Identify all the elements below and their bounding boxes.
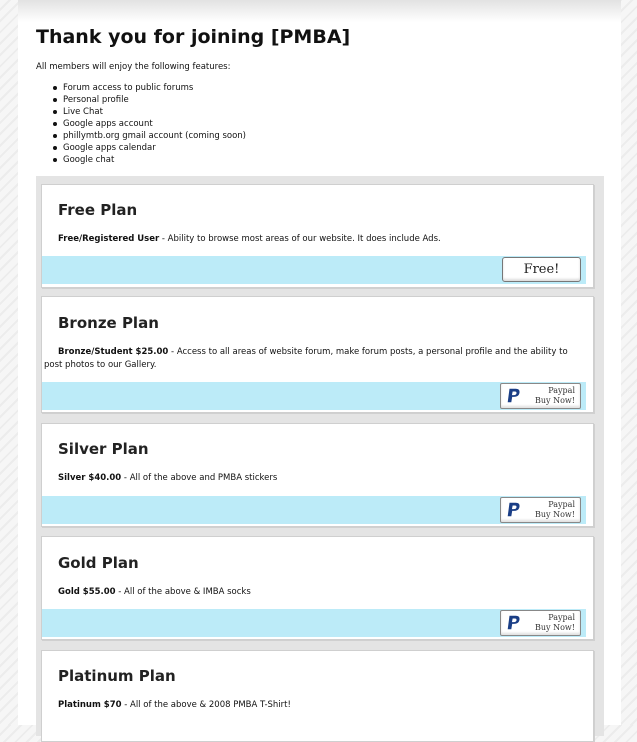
top-shadow: [18, 0, 621, 22]
paypal-icon: [507, 615, 520, 630]
page-content: Thank you for joining [PMBA] All members…: [18, 0, 621, 742]
plan-title: Gold Plan: [58, 554, 139, 572]
plan-title: Free Plan: [58, 201, 138, 219]
plan-details: - All of the above & IMBA socks: [115, 587, 251, 597]
plan-title: Platinum Plan: [58, 667, 176, 685]
feature-item: phillymtb.org gmail account (coming soon…: [51, 130, 246, 142]
feature-item: Google chat: [51, 154, 246, 166]
plan-details: - Ability to browse most areas of our we…: [159, 234, 441, 244]
features-intro: All members will enjoy the following fea…: [36, 62, 231, 72]
plan-card-gold: Gold Plan Gold $55.00 - All of the above…: [41, 536, 594, 640]
plan-name: Bronze/Student $25.00: [58, 347, 169, 357]
plan-description: Bronze/Student $25.00 - Access to all ar…: [44, 346, 579, 372]
paypal-label: Paypal Buy Now!: [535, 500, 575, 519]
plan-name: Free/Registered User: [58, 234, 160, 244]
plan-title: Silver Plan: [58, 440, 149, 458]
plan-card-bronze: Bronze Plan Bronze/Student $25.00 - Acce…: [41, 296, 594, 413]
paypal-buy-now-button[interactable]: Paypal Buy Now!: [500, 610, 581, 636]
plan-details: - All of the above & 2008 PMBA T-Shirt!: [121, 700, 291, 710]
feature-item: Google apps account: [51, 118, 246, 130]
plans-container: Free Plan Free/Registered User - Ability…: [36, 176, 604, 742]
plan-description: Silver $40.00 - All of the above and PMB…: [44, 472, 579, 485]
plan-description: Free/Registered User - Ability to browse…: [44, 233, 579, 246]
page-title: Thank you for joining [PMBA]: [36, 26, 351, 48]
plan-action-bar: Paypal Buy Now!: [42, 496, 589, 524]
plan-card-silver: Silver Plan Silver $40.00 - All of the a…: [41, 423, 594, 527]
paypal-label: Paypal Buy Now!: [535, 613, 575, 632]
plan-action-bar: Paypal Buy Now!: [42, 609, 589, 637]
paypal-buy-now-button[interactable]: Paypal Buy Now!: [500, 497, 581, 523]
paypal-label: Paypal Buy Now!: [535, 386, 575, 405]
plan-card-free: Free Plan Free/Registered User - Ability…: [41, 184, 594, 288]
plan-name: Gold $55.00: [58, 587, 116, 597]
features-list: Forum access to public forums Personal p…: [51, 82, 246, 166]
feature-item: Live Chat: [51, 106, 246, 118]
feature-item: Personal profile: [51, 94, 246, 106]
paypal-buy-now-button[interactable]: Paypal Buy Now!: [500, 383, 581, 409]
plan-action-bar: Free!: [42, 256, 589, 284]
plan-description: Gold $55.00 - All of the above & IMBA so…: [44, 586, 579, 599]
free-button[interactable]: Free!: [502, 257, 581, 282]
plan-name: Platinum $70: [58, 700, 122, 710]
paypal-icon: [507, 388, 520, 403]
paypal-icon: [507, 502, 520, 517]
plan-details: - All of the above and PMBA stickers: [121, 473, 278, 483]
feature-item: Google apps calendar: [51, 142, 246, 154]
feature-item: Forum access to public forums: [51, 82, 246, 94]
plan-description: Platinum $70 - All of the above & 2008 P…: [44, 699, 579, 712]
plan-card-platinum: Platinum Plan Platinum $70 - All of the …: [41, 650, 594, 742]
plan-action-bar: Paypal Buy Now!: [42, 382, 589, 410]
plan-title: Bronze Plan: [58, 314, 159, 332]
plan-name: Silver $40.00: [58, 473, 122, 483]
